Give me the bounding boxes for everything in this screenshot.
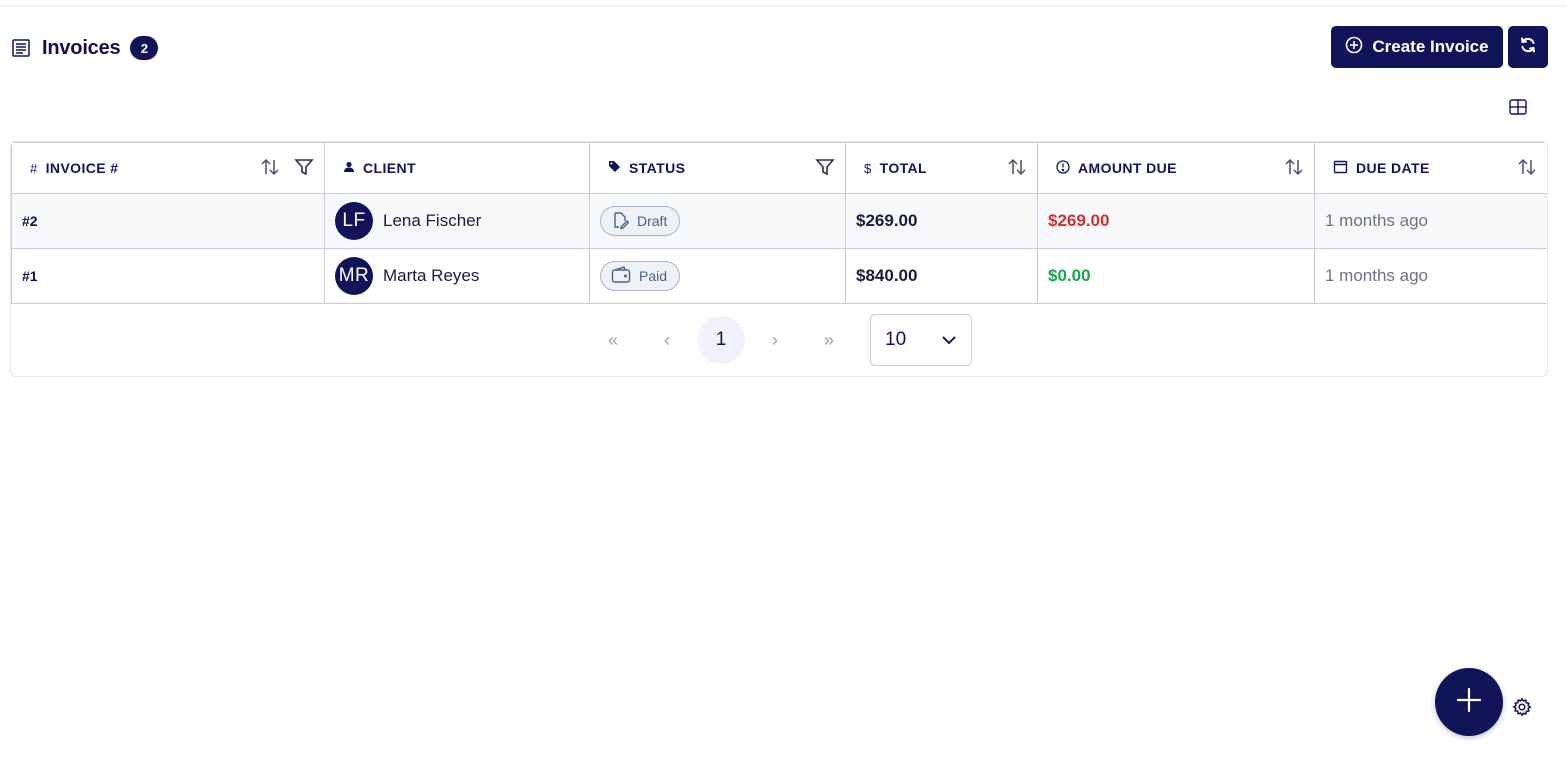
client-name: Marta Reyes [383,266,480,285]
sort-icon[interactable] [260,158,280,179]
columns-toggle-button[interactable] [1506,98,1530,120]
plus-icon [1456,687,1482,718]
refresh-icon [1519,36,1537,59]
status-badge: Draft [600,206,681,236]
status-label: Draft [637,213,668,229]
edit-document-icon [611,211,630,232]
create-invoice-button[interactable]: Create Invoice [1331,26,1503,68]
page-size-select[interactable]: 10 [870,314,972,366]
alert-circle-icon [1056,159,1070,177]
amount-due-cell: $269.00 [1037,193,1315,249]
status-badge: Paid [600,261,681,291]
status-cell: Paid [589,248,846,304]
invoice-number-cell[interactable]: #1 [11,248,325,304]
plus-circle-icon [1345,36,1363,59]
sort-icon[interactable] [1517,158,1537,179]
calendar-icon [1333,159,1348,177]
current-page-button[interactable]: 1 [697,316,745,364]
page-title: Invoices [42,36,121,59]
hash-icon: # [30,160,38,176]
client-name: Lena Fischer [383,211,482,230]
due-date-cell: 1 months ago [1314,193,1547,249]
column-header-status: STATUS [589,142,846,194]
due-date-cell: 1 months ago [1314,248,1547,304]
page-header: Invoices 2 [10,30,159,66]
refresh-button[interactable] [1508,26,1548,68]
table-row[interactable]: #2 LF Lena Fischer Draft $269.00 $269.00… [11,193,1547,249]
invoices-table-container: # INVOICE # CLIENT STATUS $ TOTAL AMOUNT… [10,141,1548,377]
top-divider [0,5,1567,7]
wallet-icon [611,265,631,287]
prev-page-button[interactable]: ‹ [643,316,691,364]
column-label: INVOICE # [45,160,119,176]
avatar: MR [335,257,373,295]
user-icon [343,160,355,176]
column-header-client: CLIENT [324,142,590,194]
tag-icon [608,160,621,176]
dollar-icon: $ [864,160,872,176]
status-label: Paid [639,268,668,284]
amount-due-cell: $0.00 [1037,248,1315,304]
first-page-button[interactable]: « [589,316,637,364]
invoice-count-badge: 2 [130,36,159,60]
column-label: STATUS [629,160,686,176]
column-header-total: $ TOTAL [845,142,1038,194]
status-cell: Draft [589,193,846,249]
column-label: CLIENT [363,160,416,176]
columns-grid-icon [1509,98,1527,120]
last-page-button[interactable]: » [805,316,853,364]
filter-icon[interactable] [294,157,314,180]
column-header-amount-due: AMOUNT DUE [1037,142,1315,194]
pagination: « ‹ 1 › » 10 [11,304,1547,376]
total-cell: $269.00 [845,193,1038,249]
page-size-value: 10 [885,329,907,350]
column-label: DUE DATE [1356,160,1430,176]
table-row[interactable]: #1 MR Marta Reyes Paid $840.00 $0.00 1 m… [11,248,1547,304]
chevron-down-icon [941,329,957,351]
invoices-table: # INVOICE # CLIENT STATUS $ TOTAL AMOUNT… [11,142,1547,304]
client-cell[interactable]: LF Lena Fischer [324,193,590,249]
column-label: AMOUNT DUE [1078,160,1177,176]
filter-icon[interactable] [815,157,835,180]
column-header-invoice: # INVOICE # [11,142,325,194]
column-label: TOTAL [879,160,928,176]
settings-button[interactable] [1511,696,1533,722]
avatar: LF [335,202,373,240]
next-page-button[interactable]: › [751,316,799,364]
invoice-number-cell[interactable]: #2 [11,193,325,249]
table-header-row: # INVOICE # CLIENT STATUS $ TOTAL AMOUNT… [11,142,1547,194]
gear-icon [1512,696,1532,722]
total-cell: $840.00 [845,248,1038,304]
create-invoice-label: Create Invoice [1372,37,1489,56]
invoice-list-icon [10,37,32,59]
column-header-due-date: DUE DATE [1314,142,1547,194]
client-cell[interactable]: MR Marta Reyes [324,248,590,304]
sort-icon[interactable] [1007,158,1027,179]
add-fab-button[interactable] [1435,668,1503,736]
sort-icon[interactable] [1284,158,1304,179]
